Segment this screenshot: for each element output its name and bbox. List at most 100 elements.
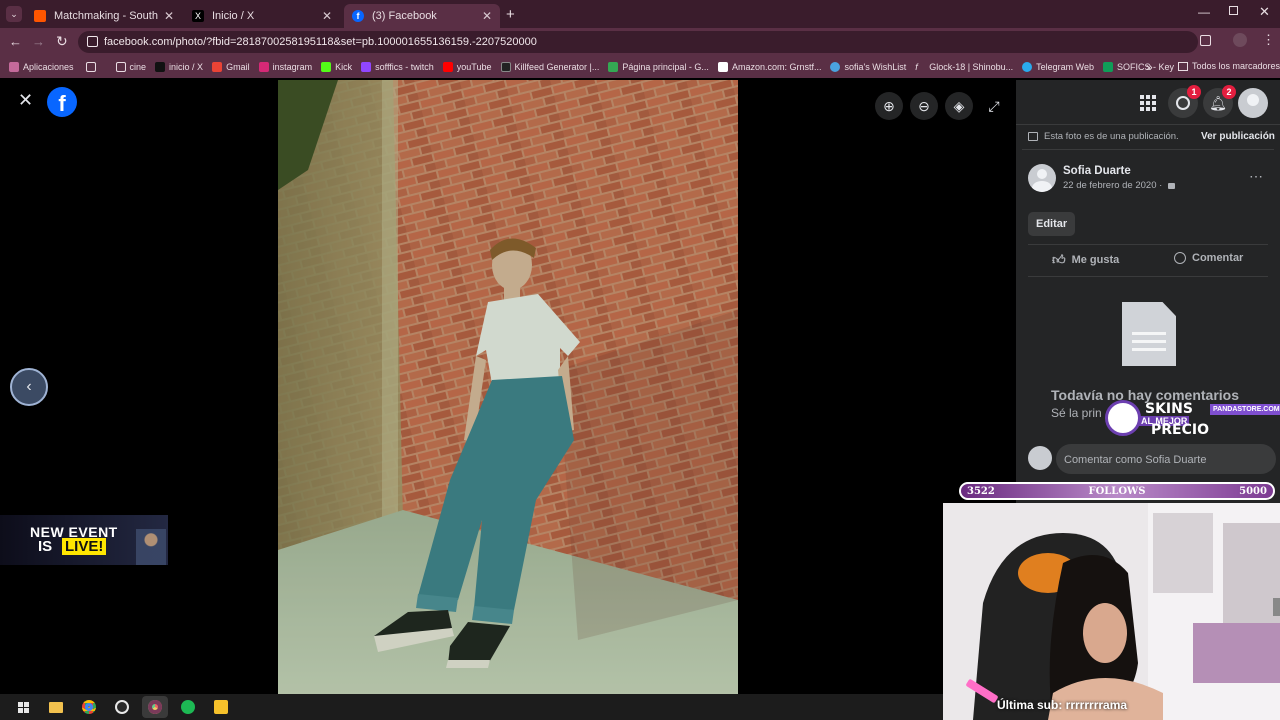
panel-divider bbox=[1016, 124, 1280, 125]
all-bookmarks[interactable]: Todos los marcadores bbox=[1178, 61, 1280, 71]
spotify-icon[interactable] bbox=[175, 696, 201, 718]
bookmark-pagina-principal[interactable]: Página principal - G... bbox=[608, 62, 709, 72]
url-text: facebook.com/photo/?fbid=281870025819511… bbox=[104, 36, 537, 48]
view-post-link[interactable]: Ver publicación bbox=[1201, 131, 1275, 142]
close-icon[interactable]: ✕ bbox=[18, 90, 33, 111]
panel-divider bbox=[1022, 149, 1274, 150]
reload-icon[interactable]: ↻ bbox=[56, 33, 68, 50]
sheets-icon bbox=[1102, 62, 1113, 72]
address-bar[interactable]: facebook.com/photo/?fbid=281870025819511… bbox=[78, 31, 1198, 53]
post-options-icon[interactable]: ⋯ bbox=[1249, 168, 1263, 185]
app-icon[interactable] bbox=[208, 696, 234, 718]
notifications-button[interactable]: 🔔︎ 2 bbox=[1203, 85, 1236, 118]
facebook-icon: f bbox=[352, 10, 364, 22]
globe-icon bbox=[830, 62, 841, 72]
panel-divider bbox=[1028, 244, 1268, 245]
comment-button[interactable]: Comentar bbox=[1174, 252, 1243, 264]
tab-x[interactable]: X Inicio / X ✕ bbox=[184, 4, 340, 28]
lock-icon bbox=[1168, 182, 1176, 189]
tab-facebook[interactable]: f (3) Facebook ✕ bbox=[344, 4, 500, 28]
close-tab-icon[interactable]: ✕ bbox=[164, 9, 174, 23]
close-tab-icon[interactable]: ✕ bbox=[482, 9, 492, 23]
chrome-icon[interactable] bbox=[76, 696, 102, 718]
profile-icon[interactable] bbox=[1233, 33, 1247, 47]
forward-arrow-icon[interactable]: → bbox=[32, 34, 45, 49]
avatar bbox=[1247, 94, 1259, 106]
pandastore-ad: SKINS AL MEJOR PRECIO PANDASTORE.COM bbox=[1105, 398, 1280, 438]
cs2-icon[interactable] bbox=[109, 696, 135, 718]
account-button[interactable] bbox=[1238, 88, 1268, 118]
back-arrow-icon[interactable]: ← bbox=[9, 34, 22, 49]
close-window-button[interactable]: ✕ bbox=[1259, 4, 1270, 20]
bookmark-gmail[interactable]: Gmail bbox=[212, 62, 250, 72]
edit-button[interactable]: Editar bbox=[1028, 212, 1076, 236]
extensions-icon[interactable] bbox=[1200, 35, 1211, 46]
tab-matchmaking[interactable]: Matchmaking - South America ✕ bbox=[26, 4, 182, 28]
menu-grid-button[interactable] bbox=[1133, 88, 1163, 118]
bookmark-amazon[interactable]: Amazon.com: Grnstf... bbox=[717, 62, 821, 72]
bookmark-kick[interactable]: Kick bbox=[321, 62, 352, 72]
bookmarks-overflow[interactable]: » bbox=[1146, 60, 1153, 74]
bookmark-instagram[interactable]: instagram bbox=[258, 62, 312, 72]
close-tab-icon[interactable]: ✕ bbox=[322, 9, 332, 23]
script-icon: f bbox=[915, 62, 918, 72]
photo-viewer: ✕ f ⊕ ⊖ ◈ ⤢ ‹ bbox=[0, 80, 1016, 694]
panda-mascot-icon bbox=[1105, 400, 1141, 436]
bookmark-youtube[interactable]: youTube bbox=[442, 62, 492, 72]
x-logo-icon: X bbox=[192, 10, 204, 22]
twitch-icon bbox=[361, 62, 372, 72]
comment-bubble-icon bbox=[1174, 252, 1186, 264]
menu-icon[interactable]: ⋮ bbox=[1262, 32, 1275, 48]
bookmark-glock[interactable]: f Glock-18 | Shinobu... bbox=[915, 62, 1013, 72]
bookmark-inicio-x[interactable]: inicio / X bbox=[155, 62, 203, 72]
event-is: IS bbox=[38, 538, 53, 555]
faceit-icon bbox=[34, 10, 46, 22]
apps-grid-icon bbox=[9, 62, 19, 72]
facebook-logo[interactable]: f bbox=[47, 87, 77, 117]
tab-search-button[interactable]: ⌄ bbox=[6, 6, 22, 22]
post-date[interactable]: 22 de febrero de 2020 · bbox=[1063, 180, 1176, 191]
tag-icon[interactable]: ◈ bbox=[945, 92, 973, 120]
amazon-icon bbox=[717, 62, 728, 72]
messenger-icon bbox=[1176, 96, 1190, 110]
bookmark-telegram[interactable]: Telegram Web bbox=[1022, 62, 1094, 72]
kick-icon bbox=[321, 62, 332, 72]
bookmark-wishlist[interactable]: sofia's WishList bbox=[830, 62, 906, 72]
site-info-icon[interactable] bbox=[87, 36, 98, 47]
bookmark-twitch[interactable]: sofffics - twitch bbox=[361, 62, 434, 72]
follows-label: FOLLOWS bbox=[1088, 485, 1146, 497]
post-photo bbox=[278, 80, 738, 694]
restore-button[interactable] bbox=[1229, 6, 1238, 15]
file-explorer-icon[interactable] bbox=[43, 696, 69, 718]
new-event-banner: NEW EVENT IS LIVE! bbox=[0, 515, 168, 565]
zoom-in-icon[interactable]: ⊕ bbox=[875, 92, 903, 120]
bookmark-apps[interactable]: Aplicaciones bbox=[9, 62, 74, 72]
bookmark-grid[interactable] bbox=[85, 62, 100, 72]
chevron-left-icon: ‹ bbox=[26, 378, 32, 395]
skins-line-3: PRECIO bbox=[1151, 422, 1209, 438]
author-avatar[interactable] bbox=[1028, 164, 1056, 192]
skins-line-1: SKINS bbox=[1145, 401, 1193, 417]
folder-icon bbox=[115, 62, 126, 72]
thumbs-up-icon: 👍︎ bbox=[1052, 252, 1066, 267]
author-name[interactable]: Sofia Duarte bbox=[1063, 165, 1131, 177]
last-sub-label: Última sub: rrrrrrrrama bbox=[997, 698, 1128, 712]
fullscreen-icon[interactable]: ⤢ bbox=[980, 92, 1008, 120]
new-tab-button[interactable]: + bbox=[506, 6, 515, 23]
minimize-button[interactable]: — bbox=[1198, 5, 1210, 19]
event-character-art bbox=[136, 529, 166, 565]
photo-image bbox=[278, 80, 738, 694]
windows-start-icon[interactable] bbox=[10, 696, 36, 718]
bookmark-killfeed[interactable]: Killfeed Generator |... bbox=[500, 62, 599, 72]
grid-icon bbox=[85, 62, 96, 72]
document-icon bbox=[1028, 132, 1038, 141]
like-button[interactable]: 👍︎ Me gusta bbox=[1052, 252, 1119, 268]
follows-current: 3522 bbox=[967, 485, 995, 497]
previous-photo-button[interactable]: ‹ bbox=[10, 368, 48, 406]
messenger-button[interactable]: 1 bbox=[1168, 85, 1201, 118]
chrome-active-icon[interactable] bbox=[142, 696, 168, 718]
bookmark-cine[interactable]: cine bbox=[115, 62, 146, 72]
comment-input[interactable]: Comentar como Sofia Duarte bbox=[1056, 444, 1276, 474]
zoom-out-icon[interactable]: ⊖ bbox=[910, 92, 938, 120]
bookmark-sofics-key[interactable]: SOFICS - Key bbox=[1102, 62, 1174, 72]
